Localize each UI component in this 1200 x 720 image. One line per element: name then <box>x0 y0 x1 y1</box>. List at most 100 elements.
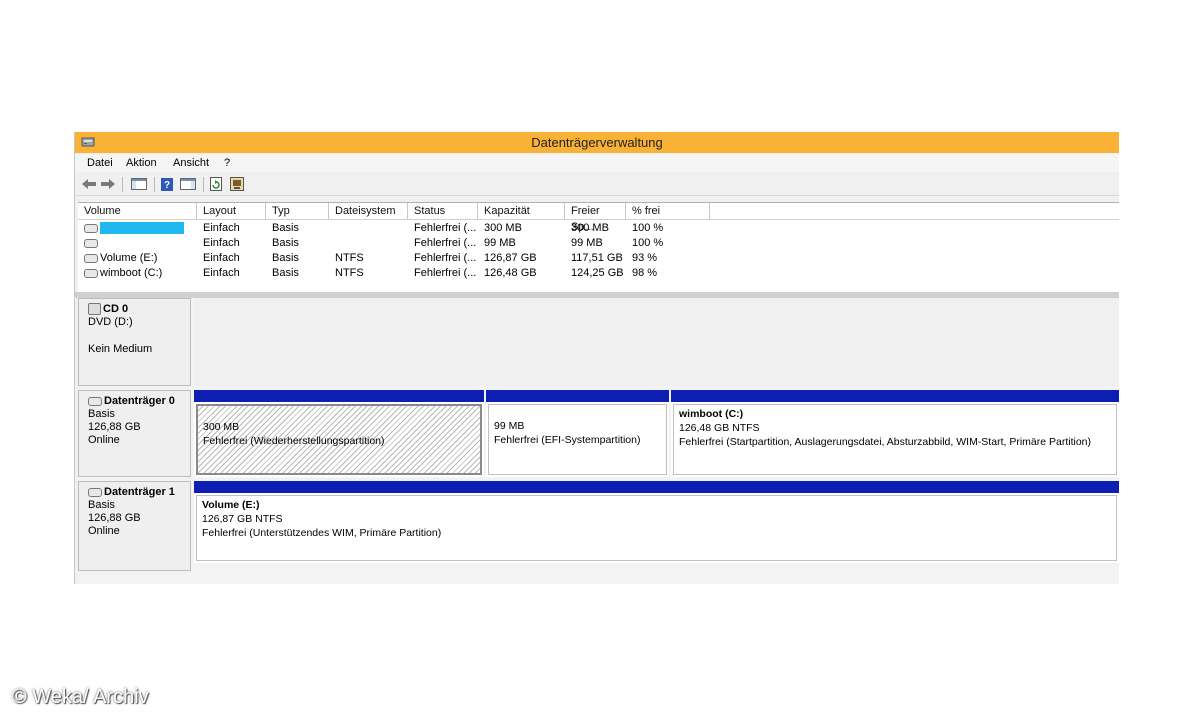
disk-label-cd0[interactable]: CD 0 DVD (D:) Kein Medium <box>78 298 191 386</box>
toolbar-separator <box>154 177 155 192</box>
partition-status: Fehlerfrei (Wiederherstellungspartition) <box>203 435 385 447</box>
freier-speicher-cell: 124,25 GB <box>571 267 624 279</box>
copyright-watermark: © Weka/ Archiv <box>12 686 149 708</box>
column-header-kapazitaet[interactable]: Kapazität <box>478 203 565 219</box>
partition-body: Volume (E:) 126,87 GB NTFS Fehlerfrei (U… <box>196 495 1117 561</box>
disk-type: Basis <box>88 499 115 511</box>
partition-body: 99 MB Fehlerfrei (EFI-Systempartition) <box>488 404 667 475</box>
table-row[interactable]: Einfach Basis Fehlerfrei (... 99 MB 99 M… <box>78 236 1119 251</box>
kapazitaet-cell: 99 MB <box>484 237 516 249</box>
partition-size: 126,87 GB NTFS <box>202 513 283 525</box>
disk-area-datentraeger-1: Volume (E:) 126,87 GB NTFS Fehlerfrei (U… <box>194 481 1119 571</box>
disk-label-datentraeger-0[interactable]: Datenträger 0 Basis 126,88 GB Online <box>78 390 191 477</box>
menu-aktion[interactable]: Aktion <box>126 157 157 169</box>
disk-row-datentraeger-0: Datenträger 0 Basis 126,88 GB Online 300… <box>78 390 1119 477</box>
column-header-layout[interactable]: Layout <box>197 203 266 219</box>
disk-row-datentraeger-1: Datenträger 1 Basis 126,88 GB Online Vol… <box>78 481 1119 571</box>
partition-bar <box>194 390 484 402</box>
partition-status: Fehlerfrei (Unterstützendes WIM, Primäre… <box>202 527 442 539</box>
menu-ansicht[interactable]: Ansicht <box>173 157 209 169</box>
layout-cell: Einfach <box>203 237 240 249</box>
partition-bar <box>671 390 1119 402</box>
partition-title: Volume (E:) <box>202 499 260 511</box>
partition-body: 300 MB Fehlerfrei (Wiederherstellungspar… <box>196 404 482 475</box>
menu-help[interactable]: ? <box>224 157 230 169</box>
toolbar-separator <box>203 177 204 192</box>
partition-bar <box>486 390 669 402</box>
column-header-dateisystem[interactable]: Dateisystem <box>329 203 408 219</box>
status-cell: Fehlerfrei (... <box>414 222 477 234</box>
drive-icon <box>84 268 98 278</box>
partition-body: wimboot (C:) 126,48 GB NTFS Fehlerfrei (… <box>673 404 1117 475</box>
toolbar: ? <box>75 173 1119 196</box>
disk-type: Basis <box>88 408 115 420</box>
refresh-icon[interactable] <box>209 177 223 191</box>
disk-drive-letter: DVD (D:) <box>88 316 133 328</box>
typ-cell: Basis <box>272 267 299 279</box>
table-row[interactable]: Volume (E:) Einfach Basis NTFS Fehlerfre… <box>78 251 1119 266</box>
column-header-prozent-frei[interactable]: % frei <box>626 203 710 219</box>
disk-size: 126,88 GB <box>88 512 141 524</box>
svg-text:?: ? <box>164 180 170 191</box>
disk-label-datentraeger-1[interactable]: Datenträger 1 Basis 126,88 GB Online <box>78 481 191 571</box>
partition-size: 300 MB <box>203 421 240 433</box>
properties-icon[interactable] <box>179 177 197 191</box>
status-cell: Fehlerfrei (... <box>414 237 477 249</box>
typ-cell: Basis <box>272 222 299 234</box>
partition-title <box>494 409 666 419</box>
menu-datei[interactable]: Datei <box>87 157 113 169</box>
redacted-volume-name <box>100 222 184 235</box>
drive-icon <box>84 238 98 248</box>
dateisystem-cell: NTFS <box>335 252 364 264</box>
kapazitaet-cell: 126,87 GB <box>484 252 537 264</box>
forward-arrow-icon[interactable] <box>100 177 116 191</box>
freier-speicher-cell: 117,51 GB <box>571 252 623 264</box>
column-header-typ[interactable]: Typ <box>266 203 329 219</box>
table-row[interactable]: Einfach Basis Fehlerfrei (... 300 MB 300… <box>78 221 1119 236</box>
partition-status: Fehlerfrei (EFI-Systempartition) <box>494 434 641 446</box>
disk-graphical-view: CD 0 DVD (D:) Kein Medium Datenträger 0 … <box>78 298 1119 584</box>
disk-management-window: Datenträgerverwaltung Datei Aktion Ansic… <box>74 132 1119 584</box>
freier-speicher-cell: 99 MB <box>571 237 603 249</box>
toolbar-separator <box>122 177 123 192</box>
layout-cell: Einfach <box>203 267 240 279</box>
partition-bar <box>194 481 1119 493</box>
console-tree-icon[interactable] <box>130 177 148 191</box>
partition-size: 126,48 GB NTFS <box>679 422 760 434</box>
table-row[interactable]: wimboot (C:) Einfach Basis NTFS Fehlerfr… <box>78 266 1119 281</box>
dateisystem-cell <box>329 221 408 236</box>
layout-cell: Einfach <box>203 252 240 264</box>
help-icon[interactable]: ? <box>160 177 174 191</box>
partition-status: Fehlerfrei (Startpartition, Auslagerungs… <box>679 436 1092 448</box>
kapazitaet-cell: 126,48 GB <box>484 267 537 279</box>
status-cell: Fehlerfrei (... <box>414 267 477 279</box>
disk-row-cd0: CD 0 DVD (D:) Kein Medium <box>78 298 1119 386</box>
volume-cell: wimboot (C:) <box>78 266 197 281</box>
dateisystem-cell <box>329 236 408 251</box>
column-header-freier-speicher[interactable]: Freier Sp... <box>565 203 626 233</box>
title-bar[interactable]: Datenträgerverwaltung <box>75 132 1119 153</box>
rescan-icon[interactable] <box>229 177 245 191</box>
volume-cell: Volume (E:) <box>78 251 197 266</box>
partition-title: wimboot (C:) <box>679 408 744 420</box>
partition-efi[interactable]: 99 MB Fehlerfrei (EFI-Systempartition) <box>486 390 669 477</box>
back-arrow-icon[interactable] <box>81 177 97 191</box>
partition-recovery[interactable]: 300 MB Fehlerfrei (Wiederherstellungspar… <box>194 390 484 477</box>
drive-icon <box>84 253 98 263</box>
disk-name: Datenträger 1 <box>104 486 175 498</box>
disk-area-datentraeger-0: 300 MB Fehlerfrei (Wiederherstellungspar… <box>194 390 1119 477</box>
freier-speicher-cell: 300 MB <box>571 222 609 234</box>
prozent-frei-cell: 98 % <box>632 267 658 279</box>
menu-bar: Datei Aktion Ansicht ? <box>75 154 1119 172</box>
typ-cell: Basis <box>272 237 299 249</box>
prozent-frei-cell: 100 % <box>632 237 664 249</box>
partition-wimboot-c[interactable]: wimboot (C:) 126,48 GB NTFS Fehlerfrei (… <box>671 390 1119 477</box>
hard-disk-icon <box>88 396 102 406</box>
partition-title <box>203 410 480 420</box>
column-header-volume[interactable]: Volume <box>78 203 197 219</box>
volume-list-header: Volume Layout Typ Dateisystem Status Kap… <box>78 203 1119 233</box>
column-header-status[interactable]: Status <box>408 203 478 219</box>
disk-status: Online <box>88 434 120 446</box>
partition-volume-e[interactable]: Volume (E:) 126,87 GB NTFS Fehlerfrei (U… <box>194 481 1119 563</box>
typ-cell: Basis <box>272 252 299 264</box>
